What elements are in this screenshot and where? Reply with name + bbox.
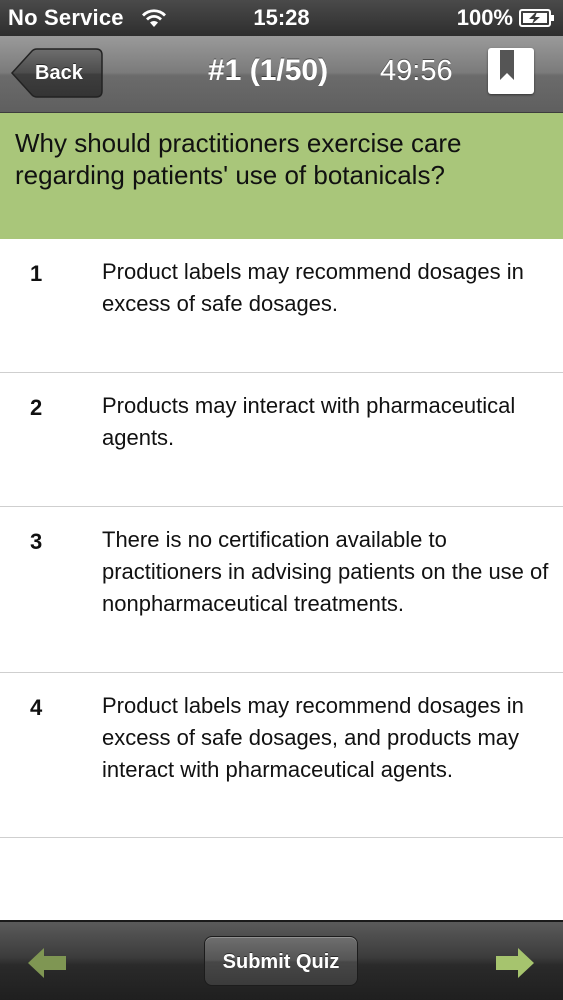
- arrow-left-icon[interactable]: [26, 946, 68, 980]
- status-bar: No Service 15:28 100%: [0, 0, 563, 36]
- answer-text: There is no certification available to p…: [102, 527, 549, 616]
- answer-number: 2: [30, 395, 43, 420]
- answer-list: 1 Product labels may recommend dosages i…: [0, 239, 563, 838]
- answer-option-2[interactable]: 2 Products may interact with pharmaceuti…: [0, 373, 563, 507]
- answer-text: Product labels may recommend dosages in …: [102, 259, 524, 316]
- back-button[interactable]: Back: [10, 48, 103, 98]
- battery-charging-icon: [519, 9, 554, 27]
- arrow-right-icon[interactable]: [494, 946, 536, 980]
- submit-quiz-button[interactable]: Submit Quiz: [204, 936, 358, 986]
- battery-percent: 100%: [456, 5, 513, 30]
- answer-number: 1: [30, 261, 43, 286]
- question-counter: #1 (1/50): [208, 54, 329, 87]
- bottom-toolbar: Submit Quiz: [0, 920, 563, 1000]
- answer-option-1[interactable]: 1 Product labels may recommend dosages i…: [0, 239, 563, 373]
- navigation-bar: Back #1 (1/50) 49:56: [0, 36, 563, 113]
- answer-option-4[interactable]: 4 Product labels may recommend dosages i…: [0, 673, 563, 838]
- answer-number: 3: [30, 529, 43, 554]
- answer-text: Product labels may recommend dosages in …: [102, 693, 524, 782]
- answer-number: 4: [30, 695, 43, 720]
- quiz-timer: 49:56: [380, 55, 453, 87]
- question-text: Why should practitioners exercise care r…: [0, 113, 563, 239]
- bookmark-button[interactable]: [488, 48, 534, 94]
- bookmark-icon: [500, 50, 514, 80]
- answer-option-3[interactable]: 3 There is no certification available to…: [0, 507, 563, 673]
- answer-text: Products may interact with pharmaceutica…: [102, 393, 516, 450]
- back-button-label: Back: [35, 62, 83, 84]
